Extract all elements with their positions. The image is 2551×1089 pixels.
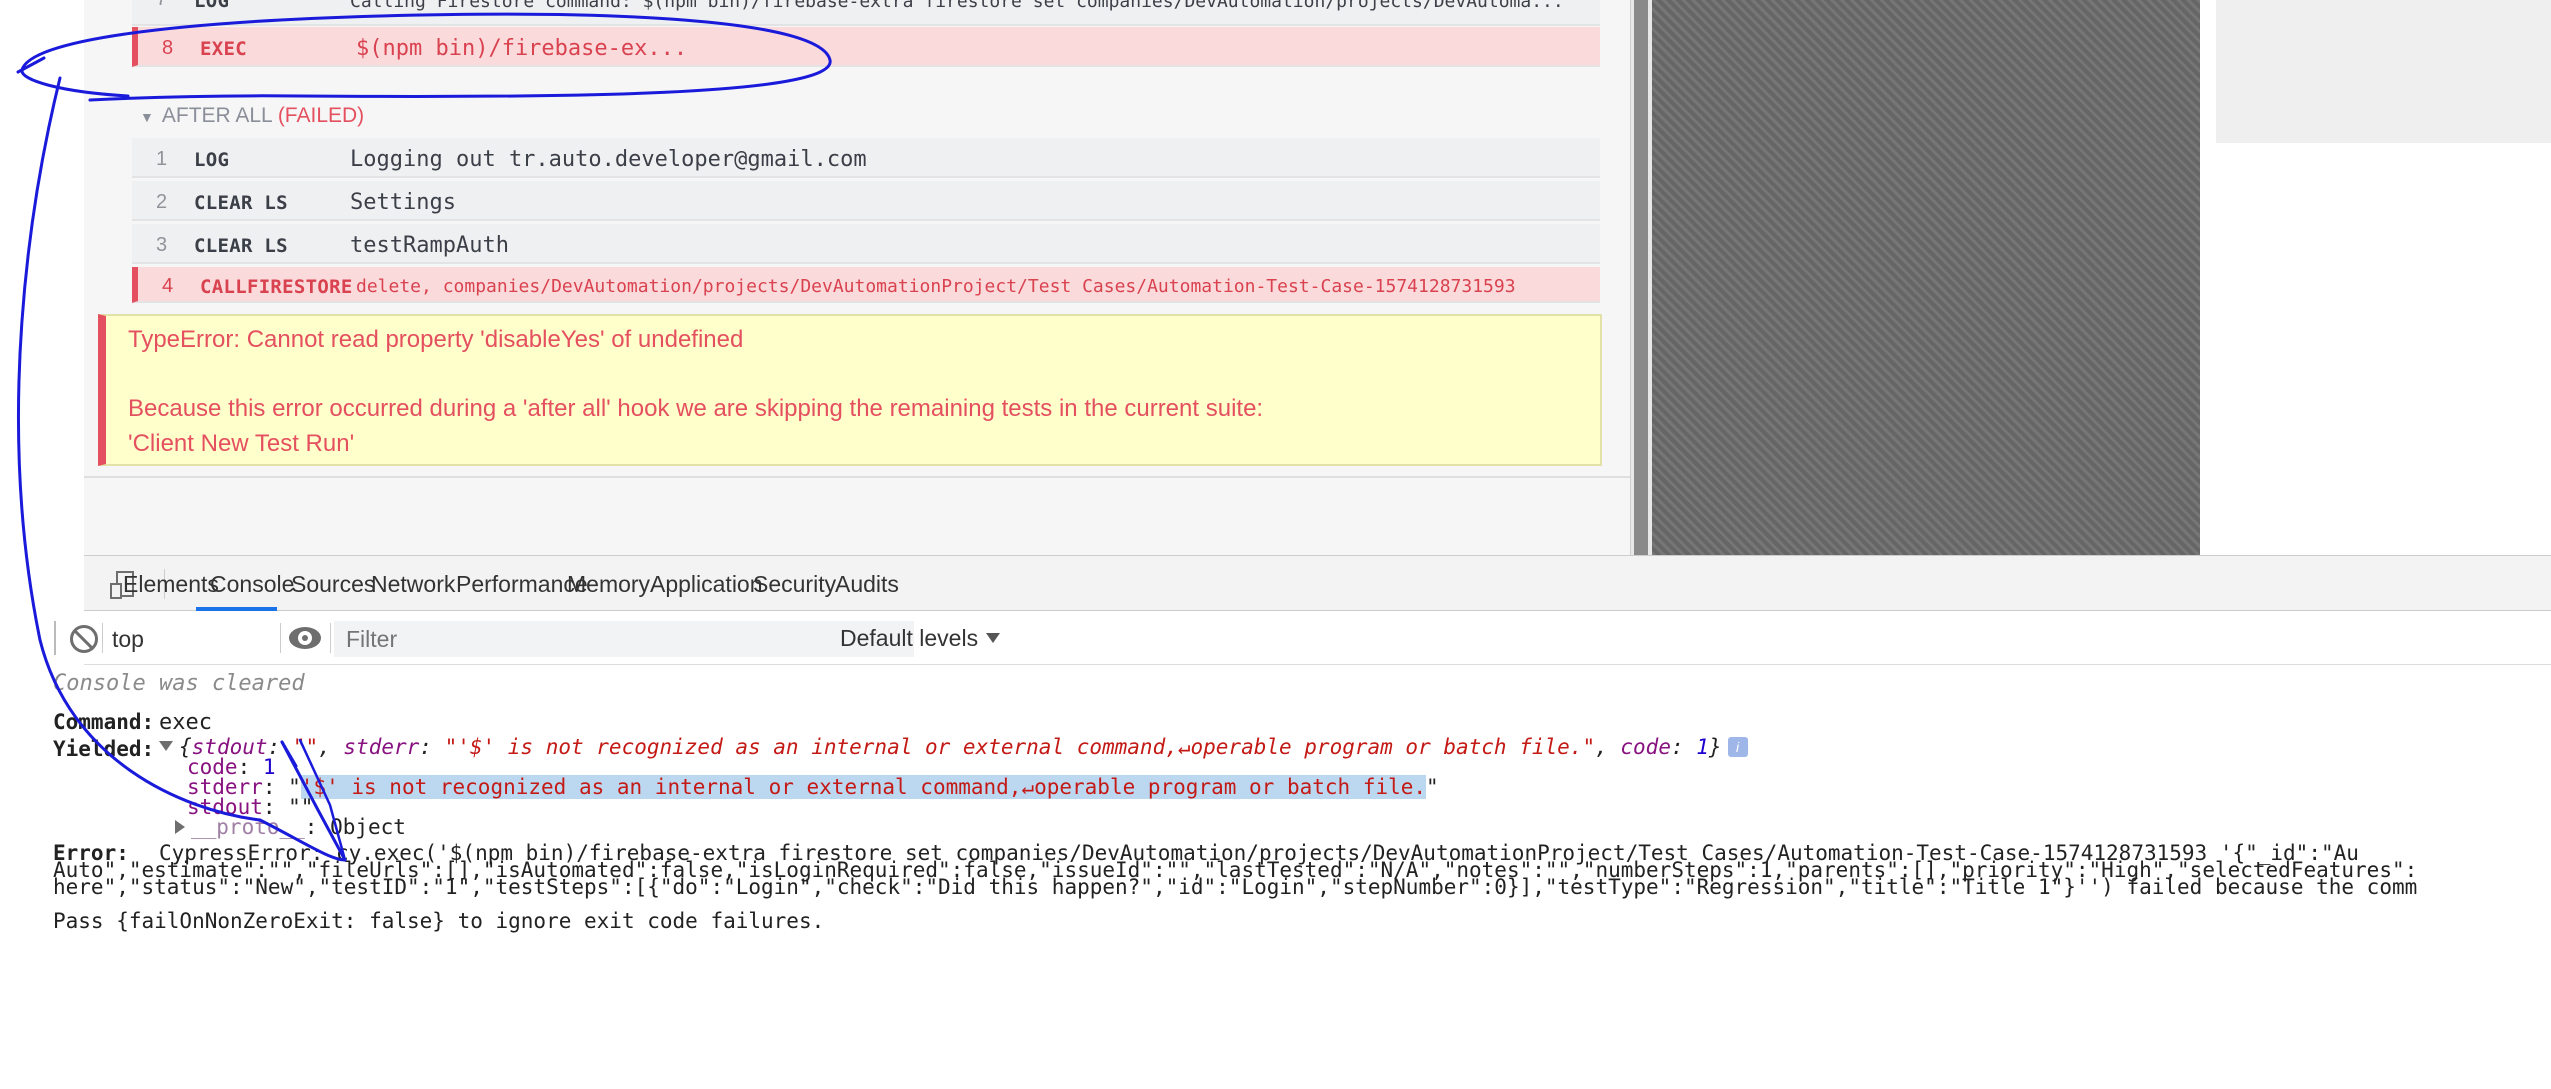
caret-down-icon (986, 633, 1001, 643)
yielded-prop-stderr[interactable]: stderr: "'$' is not recognized as an int… (187, 775, 1439, 799)
command-name: EXEC (200, 38, 247, 60)
proto-object[interactable]: __proto__: Object (175, 815, 406, 839)
log-levels-label: Default levels (840, 625, 979, 651)
command-number: 2 (156, 191, 168, 213)
command-message: delete, companies/DevAutomation/projects… (356, 276, 1516, 297)
collapse-triangle-icon: ▼ (140, 109, 154, 125)
yielded-object-summary[interactable]: {stdout: "", stderr: "'$' is not recogni… (159, 735, 1748, 759)
tab-application[interactable]: Application (650, 571, 763, 598)
divider (280, 623, 281, 653)
command-name: CLEAR LS (194, 235, 288, 257)
console-output: Console was cleared Command: exec Yielde… (53, 665, 2551, 1089)
command-row-callfirestore-failed[interactable]: 4 CALLFIRESTORE delete, companies/DevAut… (132, 267, 1600, 303)
command-message: Calling Firestore command: $(npm bin)/fi… (350, 0, 1564, 12)
application-card (2216, 0, 2551, 143)
selected-stderr-text: '$' is not recognized as an internal or … (300, 775, 1427, 799)
expand-triangle-icon[interactable] (175, 820, 185, 834)
command-name: LOG (194, 0, 230, 12)
console-toolbar: top Default levels (54, 611, 2551, 665)
tab-audits[interactable]: Audits (835, 571, 899, 598)
expand-triangle-icon[interactable] (159, 741, 173, 751)
tab-elements[interactable]: Elements (123, 571, 219, 598)
tab-memory[interactable]: Memory (567, 571, 650, 598)
command-row-clear-ls[interactable]: 2 CLEAR LS Settings (132, 181, 1600, 221)
console-filter-input[interactable] (334, 621, 914, 657)
application-under-test-backdrop (1652, 0, 2200, 555)
cypress-runner: 7 LOG Calling Firestore command: $(npm b… (0, 0, 2551, 555)
hook-title: AFTER ALL (161, 104, 272, 127)
command-number: 8 (162, 37, 174, 59)
command-name: LOG (194, 149, 230, 171)
console-cleared-message: Console was cleared (53, 671, 305, 696)
hook-status: (FAILED) (277, 104, 365, 127)
command-number: 4 (162, 275, 174, 297)
error-line: here","status":"New","testID":"1","testS… (53, 875, 2418, 899)
error-description: Because this error occurred during a 'af… (128, 395, 1264, 422)
command-row-log[interactable]: 7 LOG Calling Firestore command: $(npm b… (132, 0, 1600, 26)
tab-sources[interactable]: Sources (291, 571, 375, 598)
runner-scrollbar-thumb[interactable] (1634, 0, 1648, 555)
command-message: Settings (350, 190, 456, 215)
log-levels-dropdown[interactable]: Default levels (840, 625, 1001, 652)
command-name: CALLFIRESTORE (200, 276, 353, 298)
error-title: TypeError: Cannot read property 'disable… (128, 326, 744, 353)
clear-console-icon[interactable] (70, 625, 98, 653)
command-message: Logging out tr.auto.developer@gmail.com (350, 147, 867, 172)
fail-on-non-zero-exit-hint: Pass {failOnNonZeroExit: false} to ignor… (53, 909, 825, 933)
after-all-hook-header[interactable]: ▼ AFTER ALL (FAILED) (140, 104, 364, 132)
divider (54, 621, 56, 655)
yielded-label: Yielded: (53, 737, 155, 761)
error-message-box: TypeError: Cannot read property 'disable… (98, 314, 1602, 466)
command-row-log[interactable]: 1 LOG Logging out tr.auto.developer@gmai… (132, 138, 1600, 178)
context-value: top (112, 626, 144, 652)
command-number: 7 (156, 0, 167, 11)
command-name: CLEAR LS (194, 192, 288, 214)
command-number: 1 (156, 148, 168, 170)
command-value: exec (159, 710, 212, 735)
devtools-tabs: Elements Console Sources Network Perform… (0, 555, 2551, 611)
command-message: $(npm bin)/firebase-ex... (356, 36, 688, 61)
command-row-exec-failed[interactable]: 8 EXEC $(npm bin)/firebase-ex... (132, 27, 1600, 67)
tab-security[interactable]: Security (753, 571, 836, 598)
command-row-clear-ls[interactable]: 3 CLEAR LS testRampAuth (132, 224, 1600, 264)
live-expression-eye-icon[interactable] (289, 627, 321, 649)
command-number: 3 (156, 234, 168, 256)
command-label: Command: (53, 710, 155, 734)
divider (102, 623, 103, 653)
tab-console[interactable]: Console (210, 571, 294, 598)
error-suite-name: 'Client New Test Run' (128, 430, 355, 457)
divider (330, 623, 331, 653)
command-message: testRampAuth (350, 233, 509, 258)
tab-network[interactable]: Network (371, 571, 455, 598)
info-icon[interactable]: i (1727, 737, 1748, 757)
